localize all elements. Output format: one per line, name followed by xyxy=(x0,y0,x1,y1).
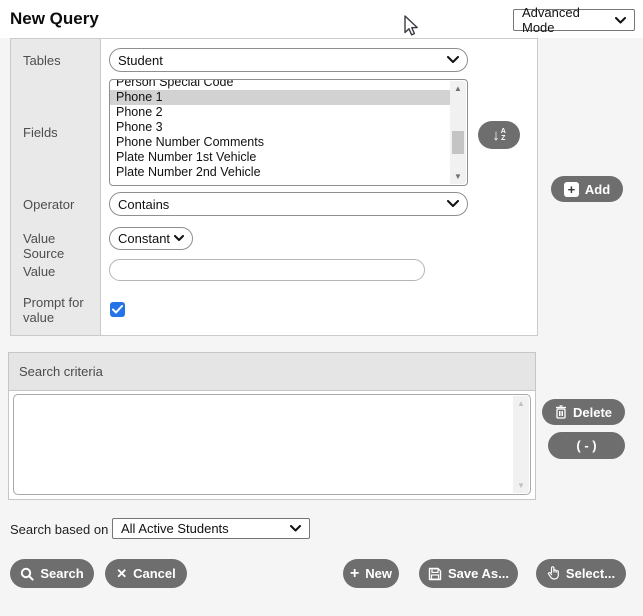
hand-pointer-icon xyxy=(547,566,560,581)
add-button[interactable]: + Add xyxy=(551,176,623,202)
scrollbar-thumb[interactable] xyxy=(452,131,464,154)
delete-button-label: Delete xyxy=(573,405,612,420)
plus-icon: + xyxy=(564,182,579,197)
chevron-down-icon xyxy=(290,525,301,532)
scroll-down-icon[interactable]: ▼ xyxy=(450,169,466,184)
delete-button[interactable]: Delete xyxy=(542,399,625,425)
fields-listbox[interactable]: Person Special Code Phone 1 Phone 2 Phon… xyxy=(109,79,468,186)
search-criteria-title: Search criteria xyxy=(19,364,103,379)
trash-icon xyxy=(555,405,567,419)
parens-button-label: ( - ) xyxy=(576,438,596,453)
list-item[interactable]: Plate Number 1st Vehicle xyxy=(110,150,450,165)
value-source-select-value: Constant xyxy=(118,231,170,246)
value-input[interactable] xyxy=(109,259,425,281)
new-button[interactable]: + New xyxy=(343,559,399,588)
sort-az-button[interactable]: ↓ AZ xyxy=(478,121,520,149)
list-item[interactable]: Plate Number 2nd Vehicle xyxy=(110,165,450,180)
query-form-panel: Tables Fields Operator Value Source Valu… xyxy=(10,38,538,336)
checkmark-icon xyxy=(112,305,123,314)
chevron-down-icon xyxy=(447,56,459,64)
tables-select[interactable]: Student xyxy=(109,48,468,72)
select-button[interactable]: Select... xyxy=(536,559,626,588)
list-item[interactable]: Person Special Code xyxy=(110,79,450,90)
list-item[interactable]: Phone 3 xyxy=(110,120,450,135)
search-criteria-panel: Search criteria ▲ ▼ xyxy=(8,352,536,500)
chevron-down-icon xyxy=(174,235,184,242)
value-source-select[interactable]: Constant xyxy=(109,227,193,250)
scroll-up-icon[interactable]: ▲ xyxy=(450,81,466,96)
fields-list: Person Special Code Phone 1 Phone 2 Phon… xyxy=(110,79,450,180)
page-title: New Query xyxy=(10,9,99,29)
save-as-button-label: Save As... xyxy=(448,566,509,581)
fields-scrollbar[interactable]: ▲ ▼ xyxy=(450,81,466,184)
scroll-down-icon[interactable]: ▼ xyxy=(513,478,529,493)
label-column xyxy=(11,39,101,335)
chevron-down-icon xyxy=(615,17,626,24)
value-label: Value xyxy=(23,264,97,279)
search-based-on-value: All Active Students xyxy=(121,521,229,536)
prompt-for-value-label: Prompt for value xyxy=(23,295,97,325)
criteria-list[interactable]: ▲ ▼ xyxy=(13,394,531,495)
cancel-button[interactable]: ✕ Cancel xyxy=(105,559,187,588)
search-based-on-select[interactable]: All Active Students xyxy=(112,518,310,539)
save-icon xyxy=(428,567,442,581)
operator-select[interactable]: Contains xyxy=(109,192,468,216)
scroll-up-icon[interactable]: ▲ xyxy=(513,396,529,411)
mode-select[interactable]: Advanced Mode xyxy=(513,9,635,31)
operator-label: Operator xyxy=(23,197,97,212)
tables-label: Tables xyxy=(23,53,97,68)
search-based-on-label: Search based on xyxy=(10,522,108,537)
list-item-selected[interactable]: Phone 1 xyxy=(110,90,450,105)
list-item[interactable]: Phone Number Comments xyxy=(110,135,450,150)
criteria-scrollbar[interactable]: ▲ ▼ xyxy=(513,396,529,493)
cancel-button-label: Cancel xyxy=(133,566,176,581)
mode-select-value: Advanced Mode xyxy=(522,5,615,35)
sort-az-icon: ↓ AZ xyxy=(492,128,506,143)
x-icon: ✕ xyxy=(116,567,127,580)
list-item[interactable]: Phone 2 xyxy=(110,105,450,120)
tables-select-value: Student xyxy=(118,53,163,68)
operator-select-value: Contains xyxy=(118,197,169,212)
prompt-for-value-checkbox[interactable] xyxy=(110,302,125,317)
page: New Query Advanced Mode Tables Fields Op… xyxy=(0,0,643,616)
new-button-label: New xyxy=(365,566,392,581)
plus-icon: + xyxy=(350,567,359,581)
save-as-button[interactable]: Save As... xyxy=(419,559,518,588)
parentheses-button[interactable]: ( - ) xyxy=(548,432,625,459)
fields-label: Fields xyxy=(23,125,97,140)
search-icon xyxy=(20,567,34,581)
value-source-label: Value Source xyxy=(23,231,97,261)
select-button-label: Select... xyxy=(566,566,615,581)
search-button-label: Search xyxy=(40,566,83,581)
search-criteria-header: Search criteria xyxy=(9,353,535,391)
chevron-down-icon xyxy=(447,200,459,208)
search-button[interactable]: Search xyxy=(10,559,94,588)
add-button-label: Add xyxy=(585,182,610,197)
